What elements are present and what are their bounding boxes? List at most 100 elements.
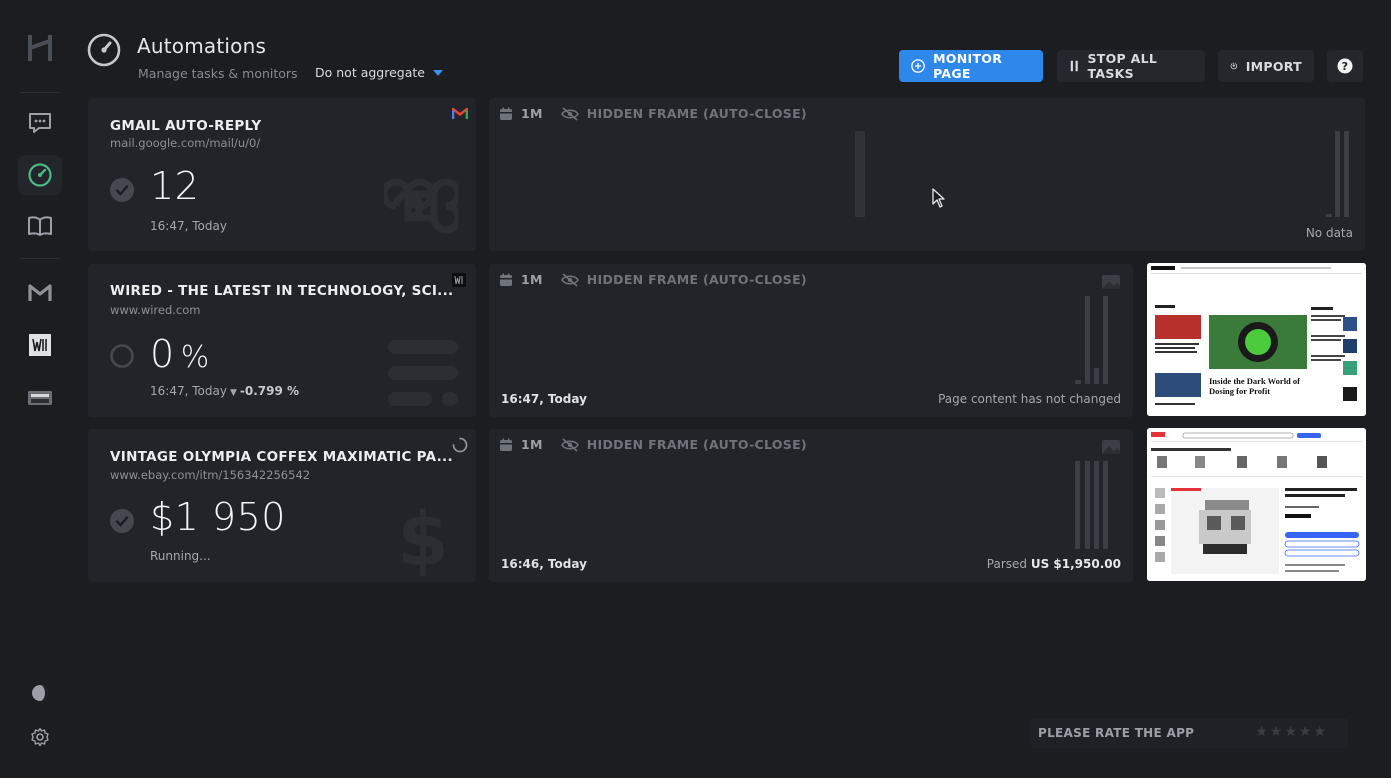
- circle-outline-icon: [110, 344, 134, 368]
- star-icon[interactable]: ★: [1270, 724, 1283, 740]
- task-chart-ebay: 1M HIDDEN FRAME (AUTO-CLOSE) 16:46, Toda…: [489, 429, 1133, 582]
- chart-mode: HIDDEN FRAME (AUTO-CLOSE): [586, 106, 807, 121]
- import-label: IMPORT: [1245, 58, 1302, 74]
- chart-mode: HIDDEN FRAME (AUTO-CLOSE): [586, 272, 807, 287]
- chart-bar: [1326, 214, 1332, 217]
- chart-mode: HIDDEN FRAME (AUTO-CLOSE): [586, 437, 807, 452]
- task-value-number: 0: [150, 332, 175, 376]
- chart-period: 1M: [521, 272, 543, 287]
- star-icon[interactable]: ★: [1313, 724, 1326, 740]
- task-time: 16:47, Today: [150, 219, 227, 233]
- import-button[interactable]: IMPORT: [1218, 50, 1314, 82]
- task-title: VINTAGE OLYMPIA COFFEX MAXIMATIC PA...: [110, 449, 453, 465]
- chart-header: 1M HIDDEN FRAME (AUTO-CLOSE): [499, 106, 807, 121]
- task-time: Running...: [150, 549, 211, 563]
- chart-bar: [1085, 296, 1090, 384]
- plus-circle-icon: [911, 59, 925, 73]
- task-value: $1 950: [150, 495, 286, 539]
- image-icon: [1102, 439, 1120, 458]
- eye-off-icon: [560, 272, 579, 287]
- ebay-item-icon[interactable]: [18, 378, 62, 418]
- chart-bar: [1344, 131, 1349, 217]
- chart-status: Page content has not changed: [938, 392, 1121, 406]
- chart-bar: [1085, 461, 1090, 549]
- gmail-m-icon[interactable]: [18, 273, 62, 313]
- stop-all-tasks-button[interactable]: STOP ALL TASKS: [1057, 50, 1205, 82]
- monitor-page-button[interactable]: MONITOR PAGE: [899, 50, 1043, 82]
- wired-icon: [452, 272, 468, 288]
- chart-status-prefix: Parsed: [986, 557, 1028, 571]
- svg-text:$: $: [398, 501, 448, 577]
- command-icon: [380, 170, 462, 246]
- image-icon: [1102, 274, 1120, 293]
- chart-bar: [1335, 131, 1340, 217]
- chart-time: 16:47, Today: [501, 392, 587, 406]
- loading-spinner-icon: [452, 437, 468, 453]
- task-url: www.ebay.com/itm/156342256542: [110, 468, 311, 482]
- chart-header: 1M HIDDEN FRAME (AUTO-CLOSE): [499, 272, 807, 287]
- check-icon: [110, 509, 134, 533]
- task-delta-value: -0.799 %: [239, 384, 300, 398]
- chart-bar: [1103, 296, 1108, 384]
- trend-down-icon: ▼: [230, 388, 237, 398]
- chart-bar: [1094, 368, 1099, 384]
- task-card-gmail[interactable]: GMAIL AUTO-REPLY mail.google.com/mail/u/…: [88, 98, 476, 251]
- ebay-page-thumbnail[interactable]: [1147, 428, 1366, 581]
- settings-icon[interactable]: [18, 717, 62, 757]
- automations-speedometer-icon[interactable]: [18, 155, 62, 195]
- chart-status: No data: [1305, 226, 1353, 240]
- task-chart-gmail: 1M HIDDEN FRAME (AUTO-CLOSE) No data: [489, 98, 1365, 251]
- chart-period: 1M: [521, 106, 543, 121]
- chart-status-value: US $1,950.00: [1030, 557, 1121, 571]
- calendar-icon: [500, 438, 512, 451]
- theme-icon[interactable]: [18, 673, 62, 713]
- wired-page-thumbnail[interactable]: Inside the Dark World of Dosing for Prof…: [1147, 263, 1366, 416]
- rate-app-panel: PLEASE RATE THE APP ★ ★ ★ ★ ★: [1030, 718, 1348, 748]
- chat-icon[interactable]: [18, 103, 62, 143]
- task-url: mail.google.com/mail/u/0/: [110, 136, 261, 150]
- mouse-cursor-icon: [932, 188, 946, 212]
- chevron-down-icon: [432, 69, 443, 76]
- dollar-icon: $: [397, 497, 449, 583]
- calendar-icon: [500, 273, 512, 286]
- wired-icon[interactable]: [18, 325, 62, 365]
- chart-bar: [1094, 461, 1099, 549]
- eye-off-icon: [560, 106, 579, 121]
- star-icon[interactable]: ★: [1284, 724, 1297, 740]
- chart-period: 1M: [521, 437, 543, 452]
- stop-all-tasks-label: STOP ALL TASKS: [1087, 51, 1158, 81]
- check-icon: [110, 178, 134, 202]
- book-icon[interactable]: [18, 206, 62, 246]
- page-subtitle: Manage tasks & monitors: [138, 66, 298, 81]
- chart-bar: [855, 131, 865, 217]
- rating-stars: ★ ★ ★ ★ ★: [1255, 724, 1326, 740]
- star-icon[interactable]: ★: [1299, 724, 1312, 740]
- svg-text:?: ?: [1342, 60, 1349, 73]
- help-icon: ?: [1337, 58, 1353, 74]
- sidebar: [0, 0, 80, 778]
- chart-status: Parsed US $1,950.00: [987, 557, 1121, 571]
- task-card-wired[interactable]: WIRED - THE LATEST IN TECHNOLOGY, SCI...…: [88, 264, 476, 417]
- chart-bar: [1103, 461, 1108, 549]
- automations-header-icon: [86, 32, 122, 68]
- import-icon: [1230, 62, 1238, 70]
- aggregate-select[interactable]: Do not aggregate: [315, 65, 443, 80]
- task-value-unit: %: [180, 340, 210, 375]
- pause-icon: [1070, 60, 1078, 72]
- task-value: 0%: [150, 332, 210, 376]
- task-title: GMAIL AUTO-REPLY: [110, 118, 262, 134]
- star-icon[interactable]: ★: [1255, 724, 1268, 740]
- task-time: 16:47, Today: [150, 384, 227, 398]
- logo-icon[interactable]: [18, 28, 62, 68]
- chart-bar: [1075, 380, 1081, 384]
- task-card-ebay[interactable]: VINTAGE OLYMPIA COFFEX MAXIMATIC PA... w…: [88, 429, 476, 583]
- rate-app-label: PLEASE RATE THE APP: [1038, 726, 1195, 740]
- page-title: Automations: [137, 34, 267, 58]
- monitor-page-label: MONITOR PAGE: [933, 51, 1003, 81]
- chart-time: 16:46, Today: [501, 557, 587, 571]
- wired-headline: Inside the Dark World of Dosing for Prof…: [1209, 376, 1300, 396]
- text-lines-icon: [388, 340, 458, 412]
- help-button[interactable]: ?: [1327, 50, 1363, 82]
- chart-header: 1M HIDDEN FRAME (AUTO-CLOSE): [499, 437, 807, 452]
- task-chart-wired: 1M HIDDEN FRAME (AUTO-CLOSE) 16:47, Toda…: [489, 264, 1133, 417]
